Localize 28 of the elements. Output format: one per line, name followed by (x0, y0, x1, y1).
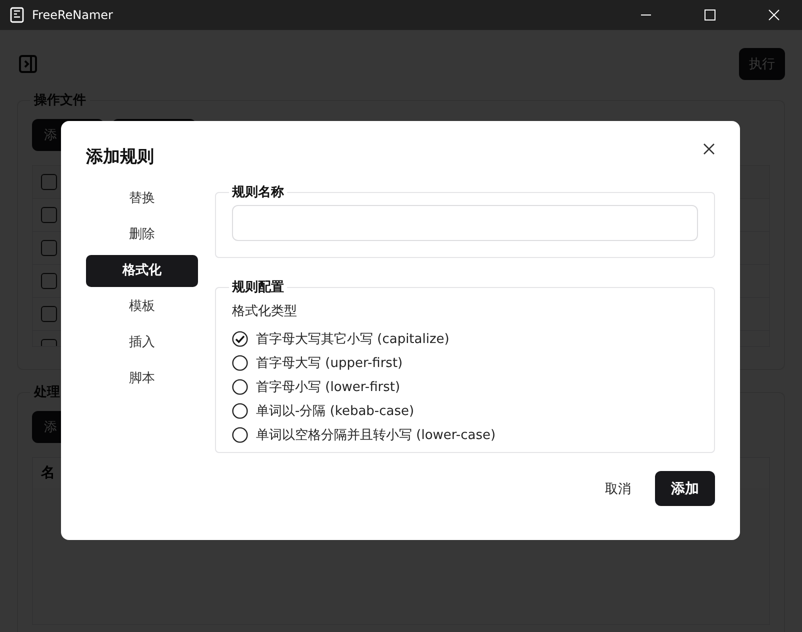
option-label: 首字母大写其它小写 (capitalize) (256, 331, 450, 348)
rule-type-item[interactable]: 删除 (86, 219, 198, 251)
option-label: 首字母大写 (upper-first) (256, 355, 403, 372)
app-icon (10, 7, 24, 23)
radio-button[interactable] (232, 379, 248, 395)
group-title: 规则配置 (230, 279, 285, 296)
column-header: 名 (41, 464, 55, 482)
close-icon[interactable] (703, 143, 715, 155)
option-label: 单词以-分隔 (kebab-case) (256, 403, 414, 420)
window-title: FreeReNamer (32, 8, 113, 22)
rule-type-item[interactable]: 格式化 (86, 255, 198, 287)
maximize-icon[interactable] (704, 9, 716, 21)
dialog-title: 添加规则 (86, 146, 154, 168)
rule-type-item[interactable]: 插入 (86, 327, 198, 359)
rule-type-item[interactable]: 模板 (86, 291, 198, 323)
rule-name-field[interactable] (232, 205, 698, 241)
rule-type-item[interactable]: 替换 (86, 183, 198, 215)
cancel-button[interactable]: 取消 (595, 472, 641, 506)
add-button[interactable]: 添加 (655, 471, 715, 506)
radio-button[interactable] (232, 331, 248, 347)
radio-button[interactable] (232, 427, 248, 443)
rule-type-item[interactable]: 脚本 (86, 363, 198, 395)
group-title: 规则名称 (230, 184, 285, 201)
radio-button[interactable] (232, 355, 248, 371)
option-label: 首字母小写 (lower-first) (256, 379, 400, 396)
option-label: 单词以空格分隔并且转小写 (lower-case) (256, 427, 496, 444)
field-label: 格式化类型 (232, 303, 298, 320)
radio-button[interactable] (232, 403, 248, 419)
